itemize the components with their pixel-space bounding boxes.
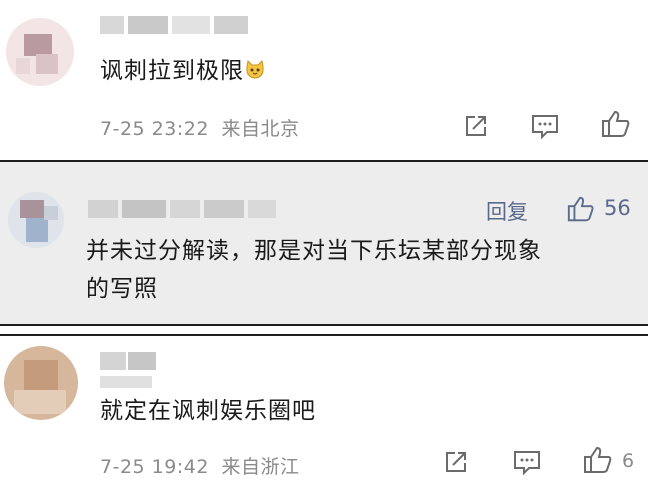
thumbs-up-icon[interactable] <box>582 444 614 476</box>
comment-text: 就定在讽刺娱乐圈吧 <box>100 398 316 424</box>
thumbs-up-icon[interactable] <box>600 108 632 140</box>
comment-location: 来自北京 <box>221 118 300 140</box>
comment-meta: 7-25 19:42 来自浙江 <box>100 452 299 479</box>
avatar[interactable] <box>6 18 74 86</box>
comment-location: 来自浙江 <box>221 456 300 478</box>
username-blurred[interactable] <box>100 352 156 370</box>
comment-meta: 7-25 23:22 来自北京 <box>100 114 299 141</box>
username-blurred[interactable] <box>100 16 250 34</box>
comment-time: 7-25 23:22 <box>100 118 209 140</box>
share-icon[interactable] <box>462 112 490 140</box>
like-count: 6 <box>622 450 635 472</box>
thumbs-up-icon[interactable] <box>566 194 596 224</box>
username-blurred[interactable] <box>88 200 276 218</box>
like-count: 56 <box>604 196 631 220</box>
share-icon[interactable] <box>442 448 470 476</box>
avatar[interactable] <box>4 346 78 420</box>
comment-item-2: 回复 56 并未过分解读，那是对当下乐坛某部分现象 的写照 <box>0 160 648 326</box>
comment-time: 7-25 19:42 <box>100 456 209 478</box>
comment-text: 并未过分解读，那是对当下乐坛某部分现象 的写照 <box>86 238 542 302</box>
comment-text: 讽刺拉到极限 <box>100 52 266 90</box>
avatar[interactable] <box>8 192 64 248</box>
comment-icon[interactable] <box>512 448 542 476</box>
comment-icon[interactable] <box>530 112 560 140</box>
comment-item-3: 就定在讽刺娱乐圈吧 7-25 19:42 来自浙江 6 <box>0 334 648 484</box>
user-badge-blurred <box>100 376 152 388</box>
comment-item-1: 讽刺拉到极限 7-25 23:22 来自北京 <box>0 0 648 156</box>
cat-face-emoji <box>246 59 264 79</box>
reply-button[interactable]: 回复 <box>486 196 528 226</box>
